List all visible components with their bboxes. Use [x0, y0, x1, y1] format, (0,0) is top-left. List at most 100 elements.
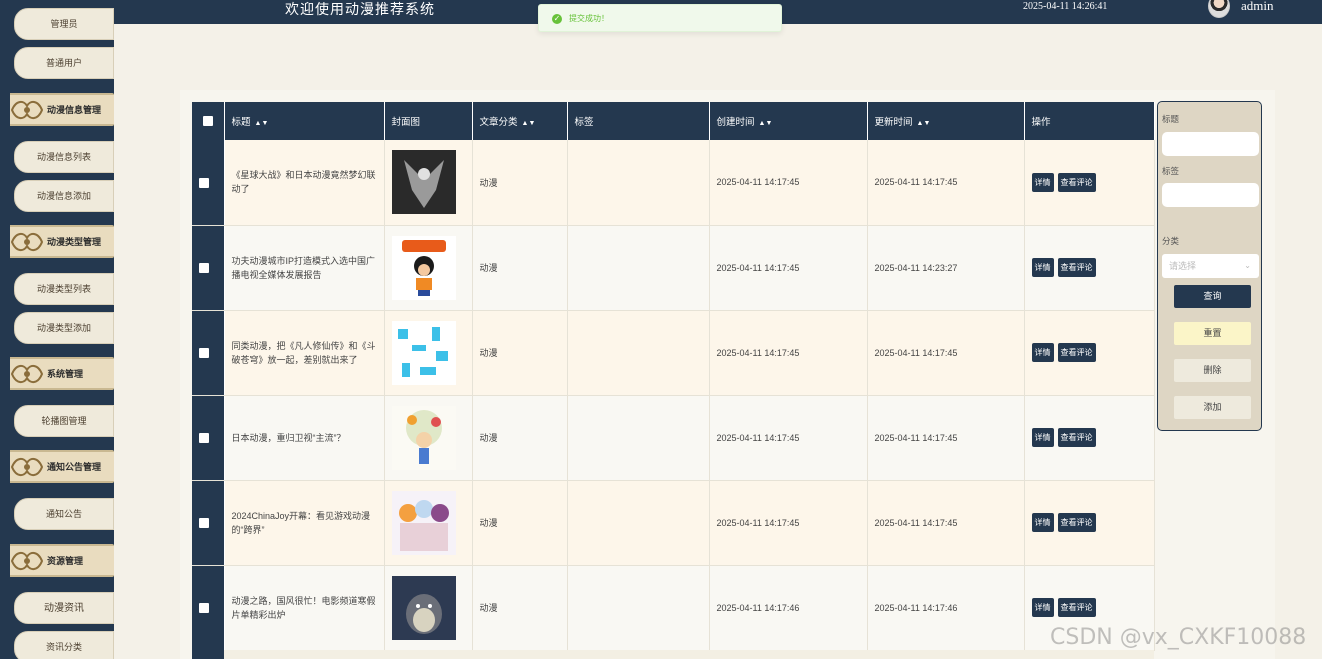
col-tags: 标签 [567, 102, 710, 140]
row-updated: 2025-04-11 14:17:46 [867, 565, 1025, 651]
row-tags [567, 225, 710, 311]
watermark: CSDN @vx_CXKF10088 [1050, 625, 1307, 650]
sidebar-item-type-add[interactable]: 动漫类型添加 [14, 312, 114, 344]
view-comments-button[interactable]: 查看评论 [1057, 343, 1096, 362]
sidebar-item-type-list[interactable]: 动漫类型列表 [14, 273, 114, 305]
row-title: 功夫动漫城市IP打造模式入选中国广播电视全媒体发展报告 [224, 225, 385, 311]
ornament-icon [10, 551, 44, 571]
detail-button[interactable]: 详情 [1031, 513, 1054, 532]
success-toast: ✓ 提交成功！ [538, 4, 782, 32]
row-updated: 2025-04-11 14:17:45 [867, 480, 1025, 566]
row-cover-cell [384, 225, 473, 311]
filter-title-input[interactable] [1162, 132, 1259, 156]
sidebar-item-notice[interactable]: 通知公告 [14, 498, 114, 530]
table-row: 功夫动漫城市IP打造模式入选中国广播电视全媒体发展报告 动漫 2025-04-11 … [192, 225, 1155, 311]
check-circle-icon: ✓ [552, 14, 562, 24]
chevron-down-icon: ⌄ [1244, 261, 1251, 270]
row-select-cell [192, 140, 225, 226]
add-button[interactable]: 添加 [1174, 396, 1251, 419]
view-comments-button[interactable]: 查看评论 [1057, 513, 1096, 532]
avatar[interactable] [1208, 0, 1230, 18]
view-comments-button[interactable]: 查看评论 [1057, 428, 1096, 447]
row-checkbox[interactable] [199, 517, 210, 528]
delete-button[interactable]: 删除 [1174, 359, 1251, 382]
sidebar-item-users[interactable]: 普通用户 [14, 47, 114, 79]
row-checkbox[interactable] [199, 262, 210, 273]
sidebar-group-label: 资源管理 [47, 557, 84, 567]
sort-icon[interactable]: ▲▼ [522, 120, 536, 127]
row-checkbox[interactable] [199, 602, 210, 613]
sidebar-group-resources[interactable]: 资源管理 [10, 544, 114, 577]
search-button[interactable]: 查询 [1174, 285, 1251, 308]
col-created[interactable]: 创建时间 ▲▼ [709, 102, 868, 140]
detail-button[interactable]: 详情 [1031, 172, 1054, 192]
table-row-partial [192, 650, 1154, 659]
view-comments-button[interactable]: 查看评论 [1057, 258, 1096, 277]
detail-button[interactable]: 详情 [1031, 598, 1054, 617]
row-checkbox[interactable] [199, 177, 210, 188]
select-all-checkbox[interactable] [202, 115, 213, 126]
detail-button[interactable]: 详情 [1031, 343, 1054, 362]
col-category[interactable]: 文章分类 ▲▼ [472, 102, 568, 140]
sidebar-item-carousel[interactable]: 轮播图管理 [14, 405, 114, 437]
row-tags [567, 310, 710, 396]
row-category: 动漫 [472, 225, 568, 311]
filter-category-label: 分类 [1162, 237, 1180, 247]
sidebar-group-anime-info[interactable]: 动漫信息管理 [10, 93, 114, 126]
cover-image [391, 490, 456, 555]
row-select-cell [192, 225, 225, 311]
table-row: 《星球大战》和日本动漫竟然梦幻联动了 动漫 2025-04-11 14:17:45 2… [192, 140, 1155, 226]
filter-title-label: 标题 [1162, 115, 1180, 125]
col-cover: 封面图 [384, 102, 473, 140]
select-all-cell [192, 102, 225, 140]
row-cover-cell [384, 395, 473, 481]
filter-tags-input[interactable] [1162, 183, 1259, 207]
row-category: 动漫 [472, 565, 568, 651]
table-row: 动漫之路，国风很忙！电影频道寒假片单精彩出炉 动漫 2025-04-11 14:17… [192, 565, 1155, 651]
view-comments-button[interactable]: 查看评论 [1057, 598, 1096, 617]
sort-icon[interactable]: ▲▼ [759, 120, 773, 127]
sidebar-group-label: 动漫类型管理 [47, 238, 102, 248]
sidebar-group-anime-types[interactable]: 动漫类型管理 [10, 225, 114, 258]
detail-button[interactable]: 详情 [1031, 428, 1054, 447]
col-title[interactable]: 标题 ▲▼ [224, 102, 385, 140]
filter-category-select[interactable]: 请选择 ⌄ [1162, 254, 1259, 278]
username[interactable]: admin [1241, 0, 1274, 14]
row-select-cell [192, 310, 225, 396]
row-tags [567, 140, 710, 226]
ornament-icon [10, 232, 44, 252]
detail-button[interactable]: 详情 [1031, 258, 1054, 277]
toast-message: 提交成功！ [569, 14, 609, 23]
row-actions: 详情 查看评论 [1024, 395, 1155, 481]
row-select-cell [192, 480, 225, 566]
row-updated: 2025-04-11 14:17:45 [867, 140, 1025, 226]
row-updated: 2025-04-11 14:17:45 [867, 395, 1025, 481]
sidebar-group-system[interactable]: 系统管理 [10, 357, 114, 390]
cover-image [391, 575, 456, 640]
sidebar-item-anime-add[interactable]: 动漫信息添加 [14, 180, 114, 212]
sidebar-item-news-category[interactable]: 资讯分类 [14, 631, 114, 659]
reset-button[interactable]: 重置 [1174, 322, 1251, 345]
row-created: 2025-04-11 14:17:45 [709, 480, 868, 566]
sidebar-group-notices[interactable]: 通知公告管理 [10, 450, 114, 483]
view-comments-button[interactable]: 查看评论 [1057, 172, 1096, 192]
cover-image [391, 405, 456, 470]
filter-panel: 标题 标签 分类 请选择 ⌄ 查询 重置 删除 添加 [1157, 101, 1262, 431]
row-category: 动漫 [472, 310, 568, 396]
row-checkbox[interactable] [199, 432, 210, 443]
col-updated[interactable]: 更新时间 ▲▼ [867, 102, 1025, 140]
anime-news-table: 标题 ▲▼ 封面图 文章分类 ▲▼ 标签 创建时间 ▲▼ 更新时间 ▲▼ 操作 《星球大… [192, 102, 1155, 651]
sidebar-item-admins[interactable]: 管理员 [14, 8, 114, 40]
sort-icon[interactable]: ▲▼ [917, 120, 931, 127]
sort-icon[interactable]: ▲▼ [255, 120, 269, 127]
row-checkbox[interactable] [199, 347, 210, 358]
row-created: 2025-04-11 14:17:45 [709, 140, 868, 226]
row-updated: 2025-04-11 14:17:45 [867, 310, 1025, 396]
table-row: 2024ChinaJoy开幕：看见游戏动漫的“跨界” 动漫 2025-04-11 1… [192, 480, 1155, 566]
sidebar-item-anime-news[interactable]: 动漫资讯 [14, 592, 114, 624]
category-placeholder: 请选择 [1169, 261, 1197, 271]
row-select-cell [192, 565, 225, 651]
sidebar-item-anime-list[interactable]: 动漫信息列表 [14, 141, 114, 173]
row-cover-cell [384, 310, 473, 396]
row-title: 动漫之路，国风很忙！电影频道寒假片单精彩出炉 [224, 565, 385, 651]
